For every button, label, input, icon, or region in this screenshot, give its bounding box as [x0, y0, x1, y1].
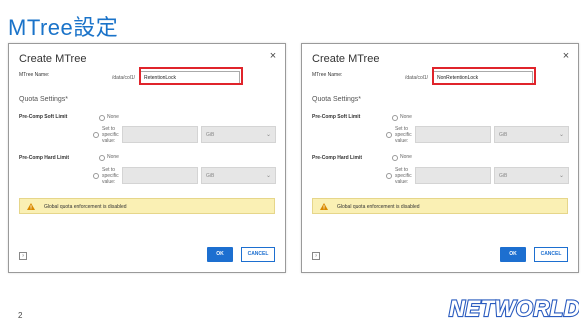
highlight-box — [139, 67, 243, 85]
hard-value-input[interactable] — [415, 167, 491, 184]
hard-limit-label: Pre-Comp Hard Limit — [312, 155, 363, 161]
soft-limit-label: Pre-Comp Soft Limit — [19, 114, 68, 120]
soft-none-label: None — [400, 114, 412, 120]
close-icon[interactable]: × — [267, 50, 279, 62]
warning-text: Global quota enforcement is disabled — [337, 204, 420, 210]
ok-button[interactable]: OK — [500, 247, 526, 262]
hard-unit-select[interactable]: GiB ⌄ — [201, 167, 276, 184]
cancel-button[interactable]: CANCEL — [534, 247, 568, 262]
path-prefix: /data/col1/ — [112, 75, 136, 81]
hard-unit-select[interactable]: GiB ⌄ — [494, 167, 569, 184]
soft-specific-radio[interactable] — [386, 132, 392, 138]
chevron-down-icon: ⌄ — [558, 132, 564, 138]
close-icon[interactable]: × — [560, 50, 572, 62]
soft-specific-label: Set to specific value: — [395, 126, 412, 144]
hard-specific-radio[interactable] — [386, 173, 392, 179]
mtree-name-label: MTree Name: — [19, 72, 50, 78]
create-mtree-dialog-non-retention: Create MTree × MTree Name: /data/col1/ N… — [301, 43, 579, 273]
ok-button[interactable]: OK — [207, 247, 233, 262]
create-mtree-dialog-retention: Create MTree × MTree Name: /data/col1/ R… — [8, 43, 286, 273]
soft-none-radio[interactable] — [392, 115, 398, 121]
unit-value: GiB — [206, 132, 215, 138]
quota-warning-banner: Global quota enforcement is disabled — [312, 198, 568, 214]
warning-icon — [27, 203, 35, 210]
hard-none-radio[interactable] — [99, 155, 105, 161]
help-icon[interactable]: ? — [312, 252, 320, 260]
mtree-name-label: MTree Name: — [312, 72, 343, 78]
cancel-button[interactable]: CANCEL — [241, 247, 275, 262]
unit-value: GiB — [499, 173, 508, 179]
page-number: 2 — [18, 311, 23, 320]
soft-value-input[interactable] — [122, 126, 198, 143]
quota-settings-heading: Quota Settings* — [312, 96, 362, 103]
soft-limit-label: Pre-Comp Soft Limit — [312, 114, 361, 120]
unit-value: GiB — [206, 173, 215, 179]
hard-limit-label: Pre-Comp Hard Limit — [19, 155, 70, 161]
hard-none-label: None — [107, 154, 119, 160]
chevron-down-icon: ⌄ — [558, 173, 564, 179]
highlight-box — [432, 67, 536, 85]
hard-specific-label: Set to specific value: — [102, 167, 119, 185]
soft-specific-label: Set to specific value: — [102, 126, 119, 144]
hard-specific-label: Set to specific value: — [395, 167, 412, 185]
soft-unit-select[interactable]: GiB ⌄ — [201, 126, 276, 143]
quota-settings-heading: Quota Settings* — [19, 96, 69, 103]
hard-specific-radio[interactable] — [93, 173, 99, 179]
soft-none-radio[interactable] — [99, 115, 105, 121]
soft-none-label: None — [107, 114, 119, 120]
soft-unit-select[interactable]: GiB ⌄ — [494, 126, 569, 143]
quota-warning-banner: Global quota enforcement is disabled — [19, 198, 275, 214]
dialog-title: Create MTree — [312, 53, 380, 65]
logo-text: NETWORLD — [449, 296, 579, 321]
dialog-title: Create MTree — [19, 53, 87, 65]
hard-none-label: None — [400, 154, 412, 160]
unit-value: GiB — [499, 132, 508, 138]
chevron-down-icon: ⌄ — [265, 173, 271, 179]
soft-specific-radio[interactable] — [93, 132, 99, 138]
warning-icon — [320, 203, 328, 210]
soft-value-input[interactable] — [415, 126, 491, 143]
chevron-down-icon: ⌄ — [265, 132, 271, 138]
help-icon[interactable]: ? — [19, 252, 27, 260]
hard-value-input[interactable] — [122, 167, 198, 184]
networld-logo: NETWORLD — [448, 295, 579, 322]
warning-text: Global quota enforcement is disabled — [44, 204, 127, 210]
path-prefix: /data/col1/ — [405, 75, 429, 81]
slide-title: MTree設定 — [8, 15, 119, 40]
hard-none-radio[interactable] — [392, 155, 398, 161]
